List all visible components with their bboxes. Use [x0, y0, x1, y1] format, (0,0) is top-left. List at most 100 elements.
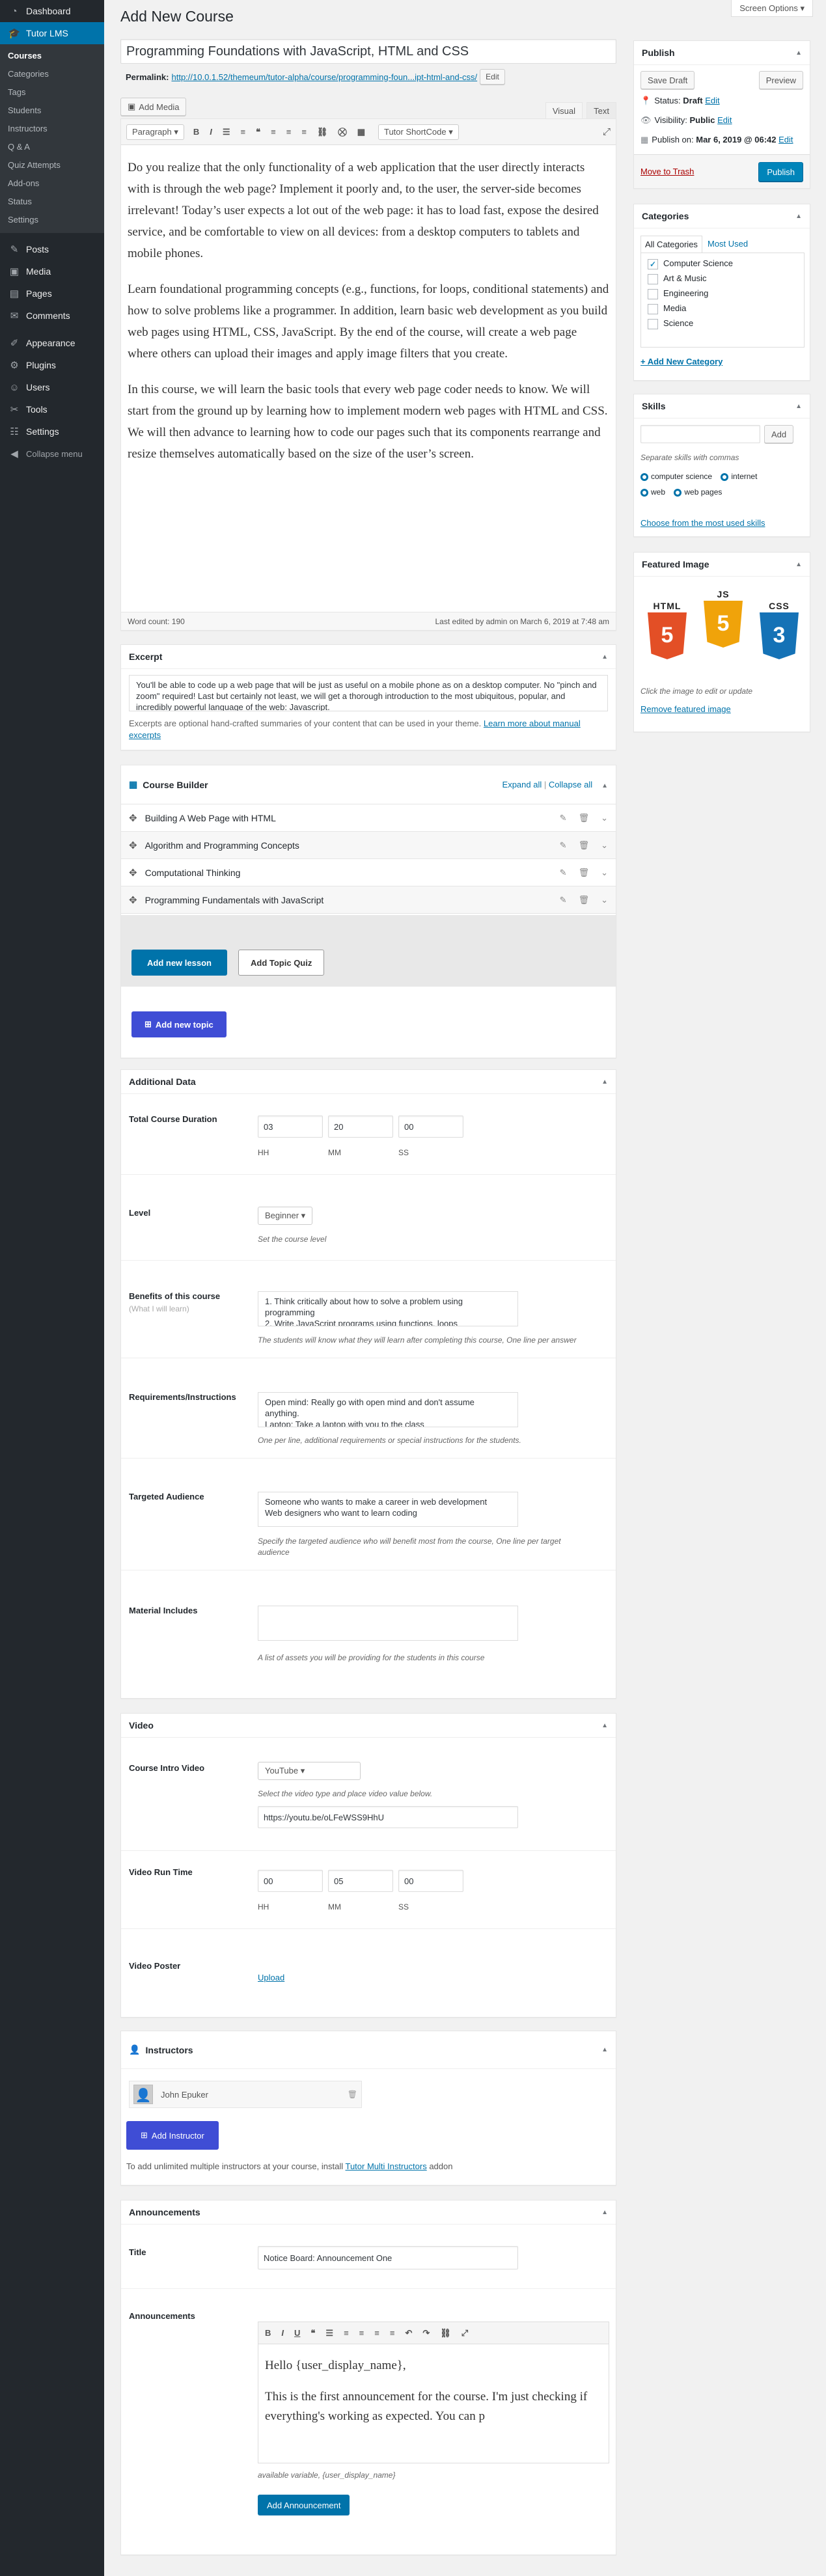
toolbar-toggle-icon[interactable]: ▦	[357, 127, 365, 137]
edit-icon[interactable]: ✎	[560, 895, 567, 905]
link-icon[interactable]: ⛓	[440, 2328, 451, 2338]
blockquote-icon[interactable]: ❝	[310, 2328, 315, 2338]
additional-data-header[interactable]: Additional Data ▲	[121, 1070, 616, 1094]
menu-settings[interactable]: ☷ Settings	[0, 420, 104, 443]
bold-icon[interactable]: B	[193, 127, 199, 137]
toggle-icon[interactable]: ▲	[795, 49, 802, 57]
topic-row[interactable]: ✥ Building A Web Page with HTML ✎ 🗑 ⌄	[121, 804, 616, 832]
move-icon[interactable]: ✥	[129, 840, 137, 851]
underline-icon[interactable]: U	[294, 2328, 300, 2338]
category-item[interactable]: ✓ Computer Science	[648, 258, 797, 273]
collapse-menu[interactable]: ◀ Collapse menu	[0, 443, 104, 465]
menu-plugins[interactable]: ⚙ Plugins	[0, 354, 104, 376]
toggle-icon[interactable]: ▲	[601, 2209, 608, 2216]
excerpt-textarea[interactable]: You'll be able to code up a web page tha…	[129, 675, 608, 711]
topic-row[interactable]: ✥ Computational Thinking ✎ 🗑 ⌄	[121, 859, 616, 886]
remove-tag-icon[interactable]	[640, 473, 648, 481]
add-skill-button[interactable]: Add	[764, 425, 794, 443]
align-right-icon[interactable]: ≡	[390, 2328, 395, 2338]
requirements-textarea[interactable]: Open mind: Really go with open mind and …	[258, 1392, 518, 1427]
submenu-qa[interactable]: Q & A	[0, 138, 104, 156]
category-item[interactable]: Engineering	[648, 288, 797, 303]
add-new-category-link[interactable]: + Add New Category	[640, 357, 723, 366]
align-right-icon[interactable]: ≡	[301, 127, 307, 137]
add-announcement-button[interactable]: Add Announcement	[258, 2495, 350, 2515]
instructors-header[interactable]: 👤 Instructors ▲	[121, 2031, 616, 2069]
collapse-all-link[interactable]: Collapse all	[549, 780, 592, 789]
video-header[interactable]: Video ▲	[121, 1714, 616, 1738]
menu-tools[interactable]: ✂ Tools	[0, 398, 104, 420]
add-instructor-button[interactable]: ⊞ Add Instructor	[126, 2121, 219, 2150]
numbered-list-icon[interactable]: ≡	[241, 127, 246, 137]
submenu-tags[interactable]: Tags	[0, 83, 104, 102]
remove-featured-image-link[interactable]: Remove featured image	[640, 704, 731, 714]
excerpt-header[interactable]: Excerpt ▲	[121, 645, 616, 669]
skills-header[interactable]: Skills ▲	[634, 394, 810, 418]
video-url-input[interactable]	[258, 1806, 518, 1828]
trash-icon[interactable]: 🗑	[579, 840, 590, 851]
bulleted-list-icon[interactable]: ☰	[223, 127, 230, 137]
menu-pages[interactable]: ▤ Pages	[0, 282, 104, 305]
runtime-seconds-input[interactable]	[398, 1870, 463, 1892]
status-edit-link[interactable]: Edit	[705, 96, 719, 105]
tab-most-used[interactable]: Most Used	[708, 239, 748, 249]
targeted-audience-textarea[interactable]: Someone who wants to make a career in we…	[258, 1492, 518, 1527]
toggle-icon[interactable]: ▲	[795, 403, 802, 410]
move-icon[interactable]: ✥	[129, 894, 137, 906]
announcements-header[interactable]: Announcements ▲	[121, 2200, 616, 2225]
fullscreen-icon[interactable]: ⤢	[603, 126, 611, 137]
add-media-button[interactable]: ▣ Add Media	[120, 98, 187, 116]
skill-tag[interactable]: computer science	[640, 472, 712, 481]
skill-tag[interactable]: web pages	[674, 487, 722, 497]
toggle-icon[interactable]: ▲	[601, 782, 608, 789]
trash-icon[interactable]: 🗑	[579, 813, 590, 823]
redo-icon[interactable]: ↷	[422, 2328, 430, 2338]
italic-icon[interactable]: I	[281, 2328, 284, 2338]
course-title-input[interactable]	[120, 39, 616, 64]
bulleted-list-icon[interactable]: ☰	[325, 2328, 333, 2338]
tutor-shortcode-select[interactable]: Tutor ShortCode ▾	[378, 124, 459, 140]
permalink-edit-button[interactable]: Edit	[480, 69, 505, 85]
align-center-icon[interactable]: ≡	[286, 127, 292, 137]
video-source-select[interactable]: YouTube ▾	[258, 1762, 361, 1780]
visibility-edit-link[interactable]: Edit	[717, 115, 732, 125]
preview-button[interactable]: Preview	[758, 71, 803, 89]
toggle-icon[interactable]: ▲	[795, 561, 802, 568]
category-item[interactable]: Science	[648, 318, 797, 333]
submenu-categories[interactable]: Categories	[0, 65, 104, 83]
trash-icon[interactable]: 🗑	[579, 868, 590, 878]
topic-row[interactable]: ✥ Algorithm and Programming Concepts ✎ 🗑 ⌄	[121, 832, 616, 859]
category-checkbox[interactable]	[648, 318, 658, 329]
announcement-body[interactable]: Hello {user_display_name}, This is the f…	[258, 2344, 609, 2463]
move-to-trash-link[interactable]: Move to Trash	[640, 167, 694, 176]
blockquote-icon[interactable]: ❝	[256, 127, 260, 137]
choose-skills-link[interactable]: Choose from the most used skills	[640, 518, 765, 528]
benefits-textarea[interactable]: 1. Think critically about how to solve a…	[258, 1291, 518, 1326]
video-poster-upload-link[interactable]: Upload	[258, 1973, 284, 1982]
submenu-courses[interactable]: Courses	[0, 47, 104, 65]
menu-users[interactable]: ☺ Users	[0, 376, 104, 398]
skill-tag[interactable]: web	[640, 487, 665, 497]
duration-hours-input[interactable]	[258, 1116, 323, 1138]
chevron-down-icon[interactable]: ⌄	[601, 813, 608, 823]
save-draft-button[interactable]: Save Draft	[640, 71, 695, 89]
publish-button[interactable]: Publish	[758, 162, 803, 182]
remove-tag-icon[interactable]	[640, 488, 648, 497]
edit-icon[interactable]: ✎	[560, 840, 567, 851]
category-checkbox[interactable]: ✓	[648, 258, 658, 269]
align-center-icon[interactable]: ≡	[374, 2328, 379, 2338]
category-item[interactable]: Art & Music	[648, 273, 797, 288]
align-left-icon[interactable]: ≡	[271, 127, 276, 137]
submenu-settings[interactable]: Settings	[0, 211, 104, 229]
numbered-list-icon[interactable]: ≡	[344, 2328, 349, 2338]
submenu-addons[interactable]: Add-ons	[0, 174, 104, 193]
align-left-icon[interactable]: ≡	[359, 2328, 365, 2338]
skill-tag[interactable]: internet	[721, 472, 757, 481]
edit-icon[interactable]: ✎	[560, 813, 567, 823]
featured-image[interactable]: HTML 5 JS 5 CSS 3	[643, 584, 802, 665]
toggle-icon[interactable]: ▲	[601, 1078, 608, 1086]
toggle-icon[interactable]: ▲	[601, 653, 608, 661]
format-select[interactable]: Paragraph ▾	[126, 124, 184, 140]
chevron-down-icon[interactable]: ⌄	[601, 868, 608, 878]
fullscreen-icon[interactable]: ⤢	[461, 2328, 468, 2338]
